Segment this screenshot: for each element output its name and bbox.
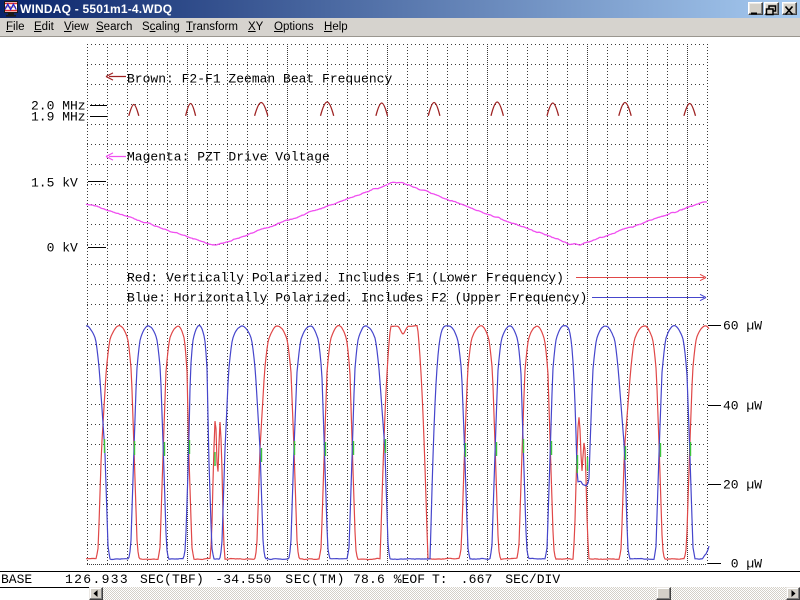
svg-text:Red: Vertically Polarized. Inc: Red: Vertically Polarized. Includes F1 (… (127, 271, 564, 286)
svg-text:Blue: Horizontally Polarized.: Blue: Horizontally Polarized. Includes F… (127, 291, 587, 306)
svg-text:1.9 MHz: 1.9 MHz (31, 110, 86, 125)
svg-text:40 µW: 40 µW (723, 399, 762, 414)
svg-text:60 µW: 60 µW (723, 319, 762, 334)
svg-text:0 kV: 0 kV (47, 241, 78, 256)
svg-text:0 µW: 0 µW (731, 557, 762, 572)
svg-text:Magenta: PZT Drive Voltage: Magenta: PZT Drive Voltage (127, 150, 330, 165)
svg-text:Brown: F2-F1 Zeeman Beat Frequ: Brown: F2-F1 Zeeman Beat Frequency (127, 72, 392, 87)
svg-text:1.5 kV: 1.5 kV (31, 176, 78, 191)
svg-text:20 µW: 20 µW (723, 478, 762, 493)
